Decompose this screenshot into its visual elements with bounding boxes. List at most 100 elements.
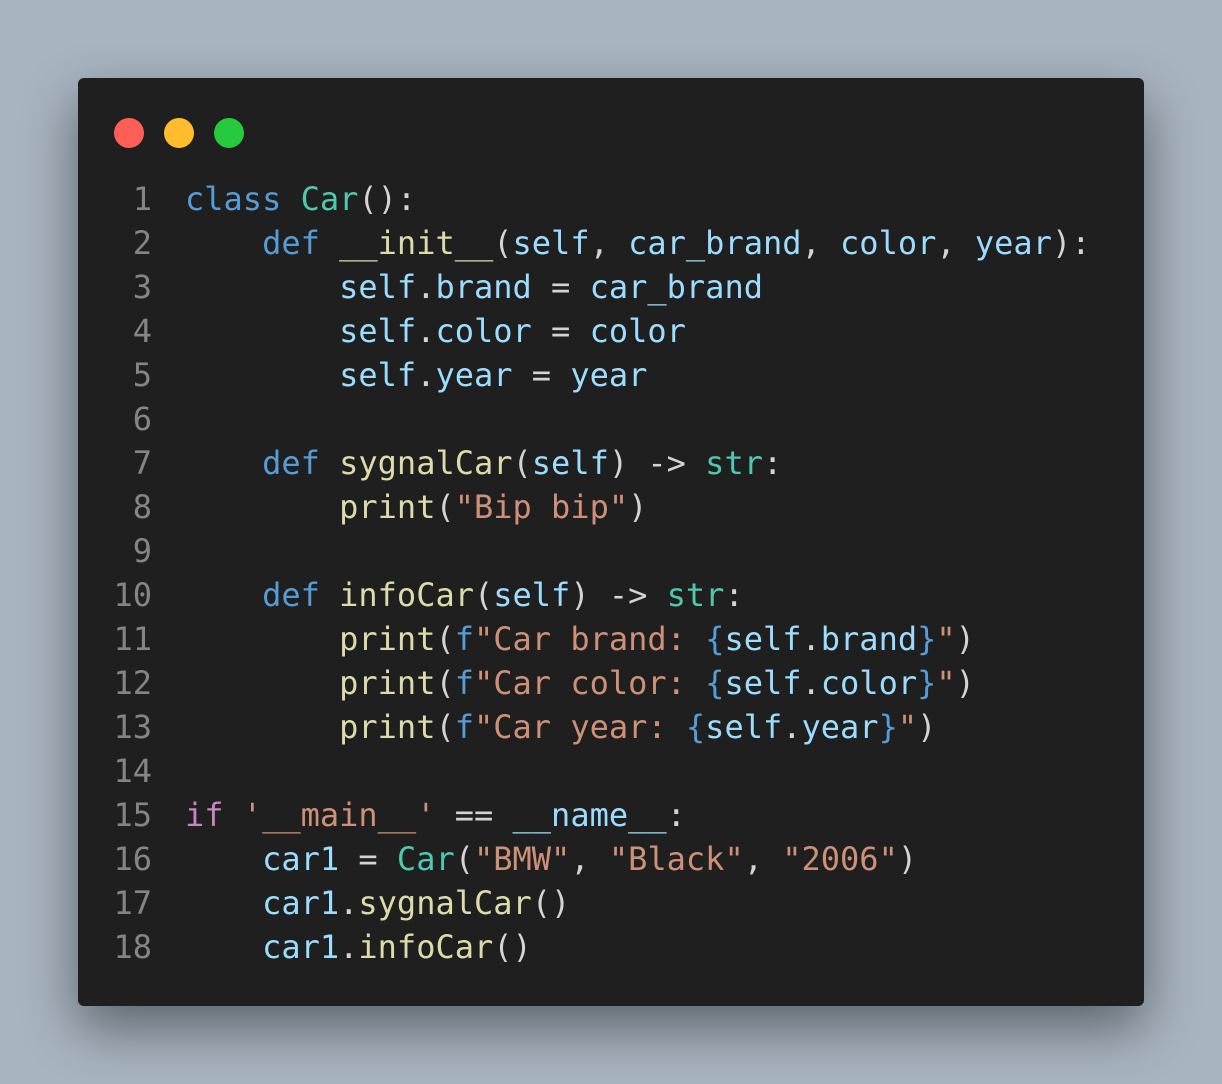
- code-token: ,: [743, 840, 783, 878]
- code-text: print(f"Car color: {self.color}"): [152, 661, 975, 705]
- code-line: 13 print(f"Car year: {self.year}"): [78, 705, 1090, 749]
- code-token: {: [705, 664, 725, 702]
- code-text: print(f"Car brand: {self.brand}"): [152, 617, 975, 661]
- line-number: 2: [132, 224, 152, 262]
- line-number: 10: [113, 576, 152, 614]
- code-token: :: [724, 576, 744, 614]
- code-token: .: [416, 312, 436, 350]
- code-token: car1: [262, 840, 340, 878]
- code-token: car1: [262, 884, 340, 922]
- code-token: sygnalCar: [339, 444, 513, 482]
- code-text: car1.sygnalCar(): [152, 881, 570, 925]
- code-line: 12 print(f"Car color: {self.color}"): [78, 661, 1090, 705]
- line-number: 13: [113, 708, 152, 746]
- code-token: (: [454, 840, 474, 878]
- code-token: "Black": [608, 840, 744, 878]
- code-token: if: [185, 796, 224, 834]
- code-token: color: [840, 224, 937, 262]
- code-token: "2006": [782, 840, 898, 878]
- line-number: 8: [132, 488, 152, 526]
- code-token: ,: [801, 224, 841, 262]
- code-line: 4 self.color = color: [78, 309, 1090, 353]
- code-line: 14: [78, 749, 1090, 793]
- code-line: 7 def sygnalCar(self) -> str:: [78, 441, 1090, 485]
- code-line: 17 car1.sygnalCar(): [78, 881, 1090, 925]
- code-token: color: [435, 312, 532, 350]
- line-number: 15: [113, 796, 152, 834]
- code-token: ,: [570, 840, 609, 878]
- line-number: 17: [113, 884, 152, 922]
- code-line: 16 car1 = Car("BMW", "Black", "2006"): [78, 837, 1090, 881]
- code-text: if '__main__' == __name__:: [152, 793, 686, 837]
- code-line: 11 print(f"Car brand: {self.brand}"): [78, 617, 1090, 661]
- code-line: 3 self.brand = car_brand: [78, 265, 1090, 309]
- code-line: 8 print("Bip bip"): [78, 485, 1090, 529]
- code-token: brand: [435, 268, 532, 306]
- code-token: year: [435, 356, 513, 394]
- code-line: 2 def __init__(self, car_brand, color, y…: [78, 221, 1091, 265]
- code-token: str: [666, 576, 725, 614]
- code-line: 18 car1.infoCar(): [78, 925, 1090, 969]
- code-token: f: [454, 620, 474, 658]
- code-token: def: [262, 576, 320, 614]
- code-token: =: [531, 268, 590, 306]
- code-token: f: [454, 664, 474, 702]
- code-line: 1 class Car():: [78, 177, 1090, 221]
- code-token: Car: [300, 180, 359, 218]
- code-token: :: [762, 444, 783, 482]
- minimize-window-dot[interactable]: [164, 118, 194, 148]
- line-number: 9: [132, 532, 152, 570]
- code-token: {: [685, 708, 706, 746]
- code-token: (: [435, 488, 455, 526]
- code-token: ): [897, 840, 918, 878]
- code-token: .: [339, 884, 359, 922]
- code-text: car1 = Car("BMW", "Black", "2006"): [152, 837, 917, 881]
- code-token: self: [705, 708, 783, 746]
- code-token: f: [454, 708, 474, 746]
- code-token: ): [955, 664, 975, 702]
- code-token: =: [512, 356, 571, 394]
- line-number: 18: [113, 928, 152, 966]
- code-token: .: [782, 708, 802, 746]
- close-window-dot[interactable]: [114, 118, 144, 148]
- code-token: =: [339, 840, 397, 878]
- code-token: (: [435, 620, 455, 658]
- code-token: class: [185, 180, 282, 218]
- code-token: year: [570, 356, 648, 394]
- line-number: 3: [132, 268, 152, 306]
- code-line: 6: [78, 397, 1090, 441]
- code-token: print: [339, 620, 436, 658]
- code-token: "Car color:: [473, 664, 706, 702]
- code-token: ): [628, 488, 648, 526]
- code-token: self: [339, 268, 417, 306]
- code-token: self: [724, 664, 802, 702]
- code-text: def infoCar(self) -> str:: [152, 573, 744, 617]
- code-token: .: [416, 356, 436, 394]
- code-text: self.year = year: [152, 353, 647, 397]
- code-token: Car: [396, 840, 455, 878]
- code-token: (: [435, 664, 455, 702]
- code-token: ": [936, 664, 956, 702]
- code-token: .: [801, 664, 821, 702]
- code-token: '__main__': [242, 796, 436, 834]
- maximize-window-dot[interactable]: [214, 118, 244, 148]
- code-token: ) ->: [570, 576, 667, 614]
- code-token: =: [531, 312, 590, 350]
- code-token: color: [589, 312, 686, 350]
- code-token: }: [917, 620, 937, 658]
- code-token: def: [262, 444, 320, 482]
- code-token: ) ->: [608, 444, 706, 482]
- code-token: (: [512, 444, 532, 482]
- code-text: class Car():: [152, 177, 416, 221]
- code-token: self: [531, 444, 609, 482]
- code-token: infoCar: [358, 928, 494, 966]
